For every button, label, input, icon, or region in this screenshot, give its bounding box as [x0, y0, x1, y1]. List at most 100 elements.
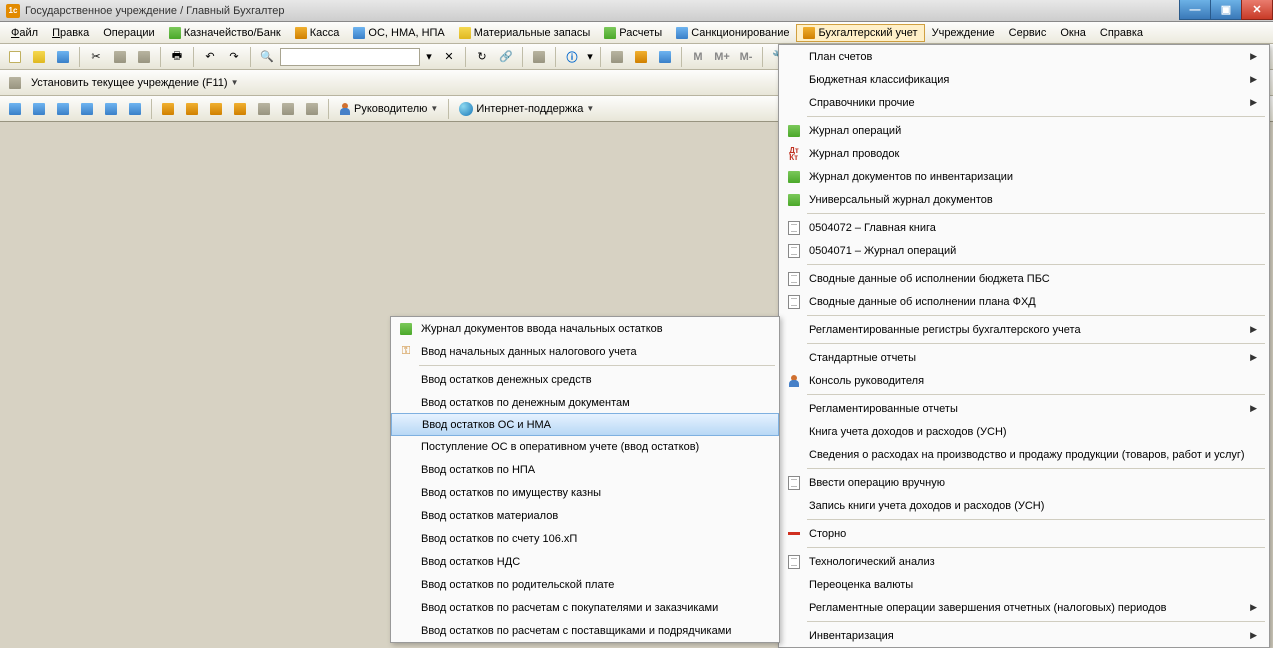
menu-item[interactable]: Справочники прочие▶ — [779, 91, 1269, 114]
refresh-icon[interactable]: ↻ — [471, 46, 493, 68]
menu-item[interactable]: Стандартные отчеты▶ — [779, 346, 1269, 369]
help-icon[interactable]: ⓘ — [561, 46, 583, 68]
redo-icon[interactable]: ↷ — [223, 46, 245, 68]
menu-казначейство-банк[interactable]: Казначейство/Банк — [162, 24, 288, 42]
r10-icon[interactable] — [229, 98, 251, 120]
menu-окна[interactable]: Окна — [1053, 24, 1093, 42]
menu-item[interactable]: Консоль руководителя — [779, 369, 1269, 392]
menu-ос-нма-нпа[interactable]: ОС, НМА, НПА — [346, 24, 451, 42]
undo-icon[interactable]: ↶ — [199, 46, 221, 68]
menu-item[interactable]: Регламентные операции завершения отчетны… — [779, 596, 1269, 619]
search-input[interactable] — [280, 48, 420, 66]
menu-item-label: План счетов — [805, 51, 1250, 63]
dropdown-icon[interactable]: ▾ — [422, 46, 436, 68]
r3-icon[interactable] — [52, 98, 74, 120]
r1-icon[interactable] — [4, 98, 26, 120]
r13-icon[interactable] — [301, 98, 323, 120]
calendar-icon[interactable] — [630, 46, 652, 68]
menu-item[interactable]: Инвентаризация▶ — [779, 624, 1269, 647]
menu-item[interactable]: Поступление ОС в оперативном учете (ввод… — [391, 435, 779, 458]
menu-item[interactable]: Сводные данные об исполнении плана ФХД — [779, 290, 1269, 313]
set-institution-button[interactable]: Установить текущее учреждение (F11) ▼ — [26, 75, 244, 91]
close-button[interactable]: ✕ — [1241, 0, 1273, 20]
maximize-button[interactable]: ▣ — [1210, 0, 1242, 20]
menu-item[interactable]: Универсальный журнал документов — [779, 188, 1269, 211]
support-button[interactable]: Интернет-поддержка ▼ — [454, 100, 599, 118]
dropdown2-icon[interactable]: ▾ — [585, 46, 595, 68]
search-icon[interactable]: 🔍 — [256, 46, 278, 68]
menu-учреждение[interactable]: Учреждение — [925, 24, 1002, 42]
menu-item-label: Универсальный журнал документов — [805, 194, 1257, 206]
menu-расчеты[interactable]: Расчеты — [597, 24, 669, 42]
paste-icon[interactable] — [133, 46, 155, 68]
save-icon[interactable] — [52, 46, 74, 68]
tool-icon[interactable] — [654, 46, 676, 68]
r6-icon[interactable] — [124, 98, 146, 120]
open-icon[interactable] — [28, 46, 50, 68]
mminus-icon[interactable]: M- — [735, 46, 757, 68]
menu-item[interactable]: Ввод остатков по расчетам с покупателями… — [391, 596, 779, 619]
print-icon[interactable]: 🖶 — [166, 46, 188, 68]
r9-icon[interactable] — [205, 98, 227, 120]
menu-item[interactable]: Книга учета доходов и расходов (УСН) — [779, 420, 1269, 443]
menu-бухгалтерский-учет[interactable]: Бухгалтерский учет — [796, 24, 924, 42]
menu-item[interactable]: Ввод остатков материалов — [391, 504, 779, 527]
minimize-button[interactable]: — — [1179, 0, 1211, 20]
menu-item[interactable]: Ввести операцию вручную — [779, 471, 1269, 494]
menu-item[interactable]: Ввод остатков по имуществу казны — [391, 481, 779, 504]
menu-item[interactable]: Ввод остатков по родительской плате — [391, 573, 779, 596]
menu-item[interactable]: 0504071 – Журнал операций — [779, 239, 1269, 262]
menu-item[interactable]: ⚿Ввод начальных данных налогового учета — [391, 340, 779, 363]
menu-item[interactable]: Журнал документов по инвентаризации — [779, 165, 1269, 188]
menu-item[interactable]: Ввод остатков по денежным документам — [391, 391, 779, 414]
menu-item[interactable]: Ввод остатков по счету 106.хП — [391, 527, 779, 550]
menu-item[interactable]: Ввод остатков НДС — [391, 550, 779, 573]
menu-item[interactable]: Сведения о расходах на производство и пр… — [779, 443, 1269, 466]
r7-icon[interactable] — [157, 98, 179, 120]
clear-icon[interactable]: ✕ — [438, 46, 460, 68]
menu-item[interactable]: Ввод остатков по расчетам с поставщиками… — [391, 619, 779, 642]
mplus-icon[interactable]: M+ — [711, 46, 733, 68]
m-icon[interactable]: M — [687, 46, 709, 68]
menu-item[interactable]: Ввод остатков денежных средств — [391, 368, 779, 391]
link-icon[interactable]: 🔗 — [495, 46, 517, 68]
menu-item[interactable]: Сводные данные об исполнении бюджета ПБС — [779, 267, 1269, 290]
cut-icon[interactable]: ✂ — [85, 46, 107, 68]
menu-item[interactable]: Журнал операций — [779, 119, 1269, 142]
menu-файл[interactable]: Файл — [4, 24, 45, 42]
institution-icon[interactable] — [4, 72, 26, 94]
r4-icon[interactable] — [76, 98, 98, 120]
new-icon[interactable] — [4, 46, 26, 68]
r12-icon[interactable] — [277, 98, 299, 120]
menu-санкционирование[interactable]: Санкционирование — [669, 24, 796, 42]
menu-item[interactable]: Регламентированные отчеты▶ — [779, 397, 1269, 420]
menu-item[interactable]: Переоценка валюты — [779, 573, 1269, 596]
menu-материальные-запасы[interactable]: Материальные запасы — [452, 24, 598, 42]
menu-касса[interactable]: Касса — [288, 24, 347, 42]
menu-item[interactable]: Регламентированные регистры бухгалтерско… — [779, 318, 1269, 341]
menu-item[interactable]: Запись книги учета доходов и расходов (У… — [779, 494, 1269, 517]
menu-item[interactable]: Технологический анализ — [779, 550, 1269, 573]
menu-операции[interactable]: Операции — [96, 24, 161, 42]
manager-button[interactable]: Руководителю ▼ — [334, 101, 443, 117]
menu-icon — [295, 27, 307, 39]
r2-icon[interactable] — [28, 98, 50, 120]
menu-item[interactable]: Ввод остатков ОС и НМА — [391, 413, 779, 436]
menu-item[interactable]: Ввод остатков по НПА — [391, 458, 779, 481]
menu-правка[interactable]: Правка — [45, 24, 96, 42]
r5-icon[interactable] — [100, 98, 122, 120]
menu-сервис[interactable]: Сервис — [1002, 24, 1054, 42]
copy2-icon[interactable] — [528, 46, 550, 68]
menu-item[interactable]: План счетов▶ — [779, 45, 1269, 68]
menu-item[interactable]: 0504072 – Главная книга — [779, 216, 1269, 239]
menu-item[interactable]: Сторно — [779, 522, 1269, 545]
r11-icon[interactable] — [253, 98, 275, 120]
menu-item-label: Переоценка валюты — [805, 579, 1257, 591]
menu-справка[interactable]: Справка — [1093, 24, 1150, 42]
menu-item[interactable]: Журнал документов ввода начальных остатк… — [391, 317, 779, 340]
r8-icon[interactable] — [181, 98, 203, 120]
calc-icon[interactable] — [606, 46, 628, 68]
copy-icon[interactable] — [109, 46, 131, 68]
menu-item[interactable]: ДтКтЖурнал проводок — [779, 142, 1269, 165]
menu-item[interactable]: Бюджетная классификация▶ — [779, 68, 1269, 91]
